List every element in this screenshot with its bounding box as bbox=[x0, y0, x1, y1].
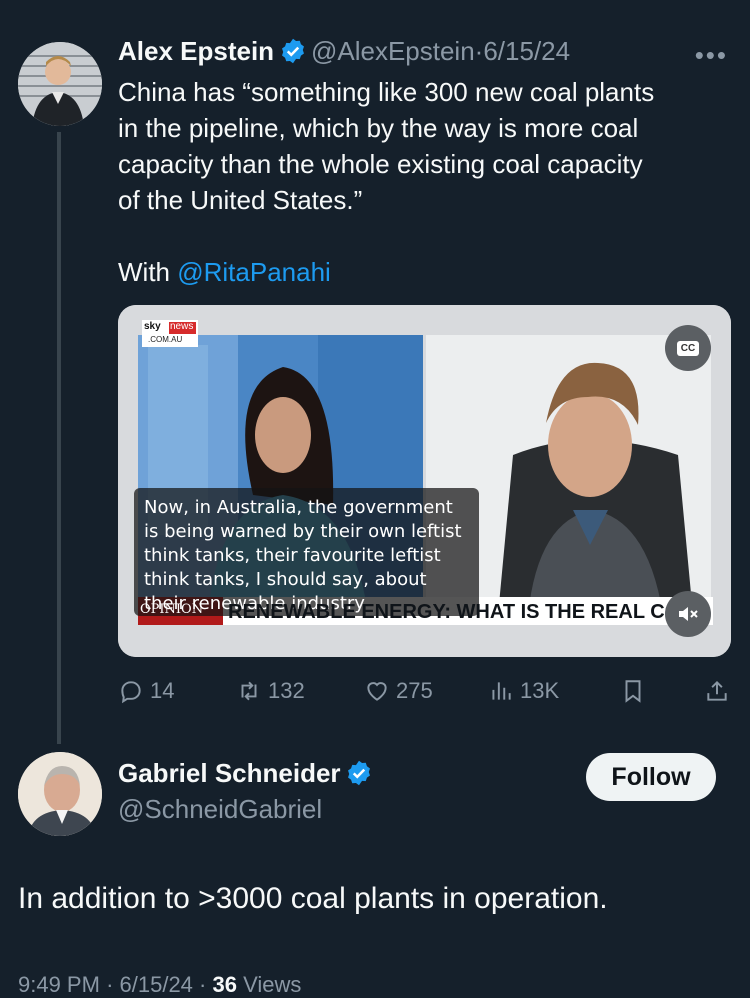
reply-author-name[interactable]: Gabriel Schneider bbox=[118, 758, 341, 788]
tweet-text-line: China has “something like 300 new coal p… bbox=[118, 77, 655, 107]
views-action[interactable]: 13K bbox=[488, 678, 620, 704]
repost-icon bbox=[241, 681, 257, 701]
reply-date[interactable]: 6/15/24 bbox=[120, 972, 193, 997]
cc-label: CC bbox=[676, 340, 700, 356]
opinion-tag: OPINION bbox=[140, 602, 204, 617]
reply-action[interactable]: 14 bbox=[118, 678, 236, 704]
ticker-text: RENEWABLE ENERGY: WHAT IS THE REAL COS bbox=[228, 601, 694, 623]
reply-meta: 9:49 PM · 6/15/24 · 36 Views bbox=[18, 972, 302, 997]
tweet-actions: 14 132 275 13K bbox=[118, 674, 730, 708]
reply-count: 14 bbox=[150, 678, 175, 703]
with-line: With @RitaPanahi bbox=[118, 254, 738, 290]
caption-box: Now, in Australia, the government is bei… bbox=[134, 488, 479, 616]
verified-badge-icon bbox=[281, 38, 304, 64]
mention-link[interactable]: @RitaPanahi bbox=[177, 257, 331, 287]
repost-action[interactable]: 132 bbox=[236, 678, 364, 704]
like-count: 275 bbox=[396, 678, 433, 703]
author-name[interactable]: Alex Epstein bbox=[118, 36, 274, 66]
tweet-date[interactable]: 6/15/24 bbox=[483, 36, 570, 66]
logo-subtext: .COM.AU bbox=[148, 335, 183, 344]
like-action[interactable]: 275 bbox=[364, 678, 488, 704]
closed-captions-icon[interactable]: CC bbox=[665, 325, 711, 371]
reply-time[interactable]: 9:49 PM bbox=[18, 972, 100, 997]
views-count: 13K bbox=[520, 678, 560, 703]
reply-author-avatar[interactable] bbox=[18, 752, 102, 836]
news-logo-text: news bbox=[170, 321, 194, 332]
tweet-text: China has “something like 300 new coal p… bbox=[118, 74, 738, 290]
thread-line bbox=[57, 132, 61, 744]
author-handle[interactable]: @AlexEpstein bbox=[311, 36, 475, 66]
reply-icon bbox=[121, 681, 141, 704]
reply-header: Gabriel Schneider bbox=[118, 758, 373, 789]
bookmark-icon bbox=[625, 680, 641, 703]
tweet-header: Alex Epstein @AlexEpstein·6/15/24 bbox=[118, 36, 570, 67]
tweet-text-line: in the pipeline, which by the way is mor… bbox=[118, 113, 639, 143]
more-icon[interactable]: ••• bbox=[695, 40, 728, 71]
reply-author-handle[interactable]: @SchneidGabriel bbox=[118, 794, 322, 825]
follow-button[interactable]: Follow bbox=[586, 753, 716, 801]
with-label: With bbox=[118, 257, 170, 287]
share-action[interactable] bbox=[704, 678, 730, 704]
bookmark-action[interactable] bbox=[620, 678, 704, 704]
mute-icon[interactable] bbox=[665, 591, 711, 637]
repost-count: 132 bbox=[268, 678, 305, 703]
author-avatar[interactable] bbox=[18, 42, 102, 126]
tweet-text-line: of the United States.” bbox=[118, 185, 363, 215]
reply-views-count: 36 bbox=[212, 972, 237, 997]
video-player[interactable]: sky news .COM.AU CC Now, in Australia, t… bbox=[118, 305, 731, 657]
verified-badge-icon bbox=[348, 760, 370, 786]
share-icon bbox=[707, 680, 727, 701]
like-icon bbox=[367, 682, 387, 701]
views-icon bbox=[492, 682, 511, 700]
tweet-text-line: capacity than the whole existing coal ca… bbox=[118, 149, 643, 179]
reply-text: In addition to >3000 coal plants in oper… bbox=[18, 882, 608, 915]
sky-logo-text: sky bbox=[144, 321, 161, 332]
sky-logo: sky bbox=[144, 321, 161, 332]
reply-views-label: Views bbox=[243, 972, 302, 997]
